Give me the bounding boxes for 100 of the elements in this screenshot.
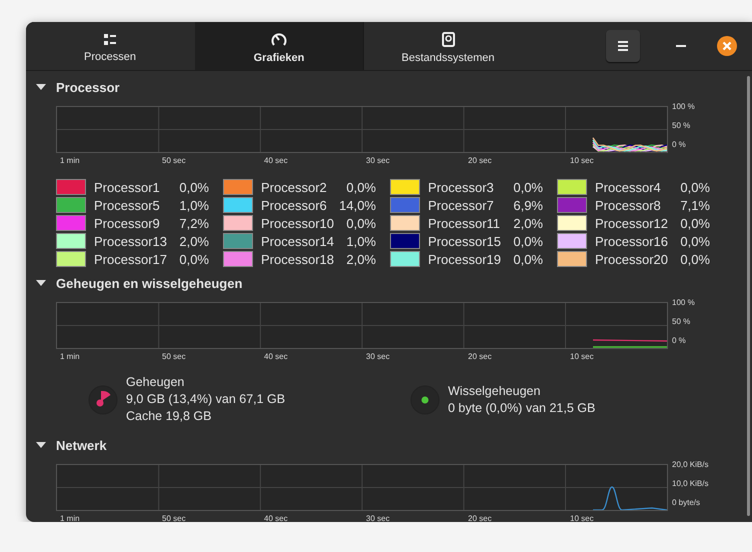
- scale-label: 20,0 KiB/s: [672, 460, 710, 469]
- tab[interactable]: Bestandssystemen: [364, 22, 533, 70]
- color-swatch[interactable]: [390, 251, 420, 267]
- list-icon: [103, 33, 117, 46]
- time-label: 40 sec: [263, 352, 289, 363]
- color-swatch[interactable]: [557, 233, 587, 249]
- color-swatch[interactable]: [223, 179, 253, 195]
- processor-usage: 2,0%: [513, 216, 543, 230]
- time-label: 50 sec: [161, 156, 187, 167]
- color-swatch[interactable]: [557, 197, 587, 213]
- color-swatch[interactable]: [56, 251, 86, 267]
- processor-name: Processor14: [261, 234, 335, 248]
- scale-label: 0 byte/s: [672, 498, 702, 507]
- processor-name: Processor13: [94, 234, 168, 248]
- color-swatch[interactable]: [56, 233, 86, 249]
- processor-name: Processor17: [94, 252, 168, 266]
- time-label: 30 sec: [365, 514, 391, 522]
- time-label: 10 sec: [569, 156, 595, 167]
- time-label: 1 min: [59, 514, 81, 522]
- scrollbar[interactable]: [747, 76, 750, 516]
- processor-usage: 2,0%: [346, 252, 376, 266]
- processor-name: Processor4: [595, 180, 662, 194]
- gauge-title: Geheugen: [126, 374, 186, 391]
- processor-usage: 0,0%: [513, 180, 543, 194]
- processor-name: Processor3: [428, 180, 495, 194]
- scale-label: 10,0 KiB/s: [672, 479, 710, 488]
- gauge-ring: [410, 385, 440, 414]
- processor-name: Processor15: [428, 234, 502, 248]
- processor-usage: 0,0%: [680, 252, 710, 266]
- processor-usage: 7,1%: [680, 198, 710, 212]
- color-swatch[interactable]: [56, 215, 86, 231]
- color-swatch[interactable]: [557, 251, 587, 267]
- menu-button[interactable]: [606, 30, 640, 62]
- section-header[interactable]: Geheugen en wisselgeheugen: [36, 267, 242, 299]
- menu-icon: [618, 41, 628, 51]
- gauge-icon: [271, 32, 287, 47]
- close-button[interactable]: [714, 33, 740, 59]
- tab[interactable]: Processen: [26, 22, 195, 70]
- time-label: 10 sec: [569, 352, 595, 363]
- close-icon: [717, 36, 737, 56]
- processor-name: Processor9: [94, 216, 161, 230]
- color-swatch[interactable]: [223, 251, 253, 267]
- expander-arrow-icon: [36, 83, 46, 91]
- gauge-title: Wisselgeheugen: [448, 382, 542, 400]
- processor-usage: 0,0%: [179, 180, 209, 194]
- color-swatch[interactable]: [390, 179, 420, 195]
- processor-name: Processor5: [94, 198, 161, 212]
- color-swatch[interactable]: [223, 233, 253, 249]
- time-label: 50 sec: [161, 352, 187, 363]
- processor-name: Processor1: [94, 180, 161, 194]
- time-label: 30 sec: [365, 156, 391, 167]
- expander-arrow-icon: [36, 279, 46, 287]
- section-header[interactable]: Processor: [36, 71, 120, 103]
- processor-usage: 6,9%: [513, 198, 543, 212]
- processor-name: Processor6: [261, 198, 328, 212]
- scale-label: 0 %: [672, 140, 687, 149]
- processor-usage: 0,0%: [680, 180, 710, 194]
- time-label: 20 sec: [467, 352, 493, 363]
- scale-label: 100 %: [672, 298, 696, 307]
- processor-name: Processor7: [428, 198, 495, 212]
- color-swatch[interactable]: [390, 233, 420, 249]
- time-label: 20 sec: [467, 514, 493, 522]
- color-swatch[interactable]: [56, 179, 86, 195]
- processor-usage: 7,2%: [179, 216, 209, 230]
- time-label: 1 min: [59, 352, 81, 363]
- time-label: 10 sec: [569, 514, 595, 522]
- processor-usage: 1,0%: [346, 234, 376, 248]
- processor-usage: 0,0%: [513, 234, 543, 248]
- processor-usage: 0,0%: [680, 234, 710, 248]
- time-label: 30 sec: [365, 352, 391, 363]
- tab[interactable]: Grafieken: [195, 22, 364, 70]
- time-label: 40 sec: [263, 156, 289, 167]
- scale-label: 100 %: [672, 102, 696, 111]
- scale-label: 0 %: [672, 336, 687, 345]
- processor-name: Processor8: [595, 198, 662, 212]
- processor-usage: 0,0%: [346, 180, 376, 194]
- minimize-icon: [676, 45, 686, 47]
- processor-usage: 14,0%: [339, 198, 376, 212]
- section-header[interactable]: Netwerk: [36, 429, 107, 461]
- color-swatch[interactable]: [557, 179, 587, 195]
- gauge-detail: 0 byte (0,0%) van 21,5 GB: [448, 400, 596, 416]
- color-swatch[interactable]: [56, 197, 86, 213]
- processor-usage: 2,0%: [179, 234, 209, 248]
- color-swatch[interactable]: [223, 215, 253, 231]
- processor-usage: 0,0%: [179, 252, 209, 266]
- processor-name: Processor2: [261, 180, 328, 194]
- scale-label: 50 %: [672, 121, 692, 130]
- processor-name: Processor16: [595, 234, 669, 248]
- processor-usage: 1,0%: [179, 198, 209, 212]
- processor-usage: 0,0%: [346, 216, 376, 230]
- color-swatch[interactable]: [390, 215, 420, 231]
- processor-usage: 0,0%: [513, 252, 543, 266]
- color-swatch[interactable]: [223, 197, 253, 213]
- gauge-detail: Cache 19,8 GB: [126, 408, 212, 425]
- color-swatch[interactable]: [390, 197, 420, 213]
- processor-name: Processor18: [261, 252, 335, 266]
- color-swatch[interactable]: [557, 215, 587, 231]
- time-label: 20 sec: [467, 156, 493, 167]
- scale-label: 50 %: [672, 317, 692, 326]
- processor-name: Processor19: [428, 252, 502, 266]
